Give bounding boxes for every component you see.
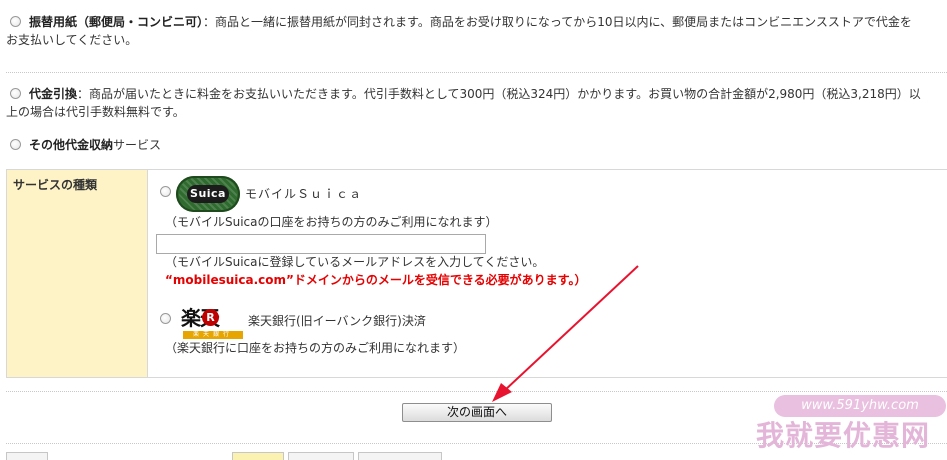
annotation-arrow-icon: [492, 265, 639, 402]
watermark-url: www.591yhw.com: [774, 395, 946, 417]
annotation-arrow-overlay: [492, 265, 639, 402]
watermark: www.591yhw.com 我就要优惠网: [756, 392, 946, 456]
watermark-text: 我就要优惠网: [756, 419, 931, 452]
